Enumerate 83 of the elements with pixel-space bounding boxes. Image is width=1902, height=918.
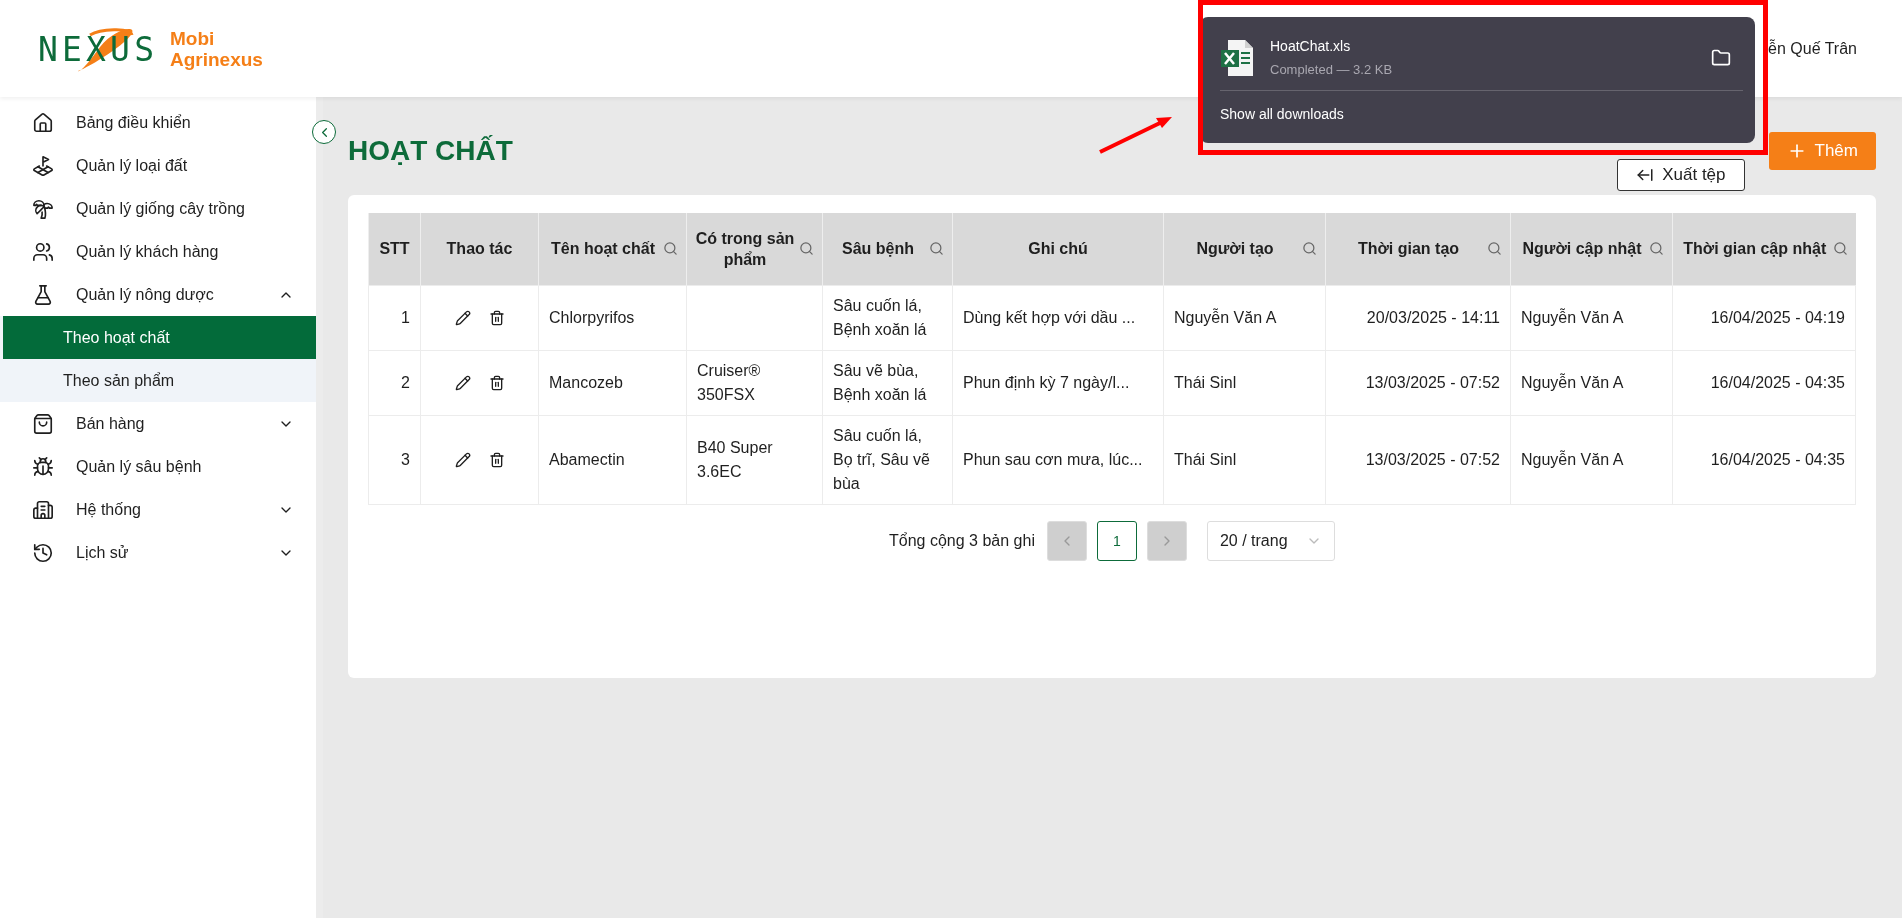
column-header: Thời gian tạo	[1325, 213, 1511, 285]
sidebar-item[interactable]: Quản lý giống cây trồng	[0, 187, 316, 230]
table-cell: 16/04/2025 - 04:35	[1672, 415, 1856, 504]
sidebar-item[interactable]: Quản lý sâu bệnh	[0, 445, 316, 488]
show-all-downloads-link[interactable]: Show all downloads	[1220, 106, 1344, 122]
column-header: Người tạo	[1163, 213, 1326, 285]
table-cell: Dùng kết hợp với dầu ...	[952, 285, 1164, 350]
search-icon[interactable]	[1649, 241, 1664, 257]
menu-item-icon	[32, 154, 54, 177]
menu-item-icon	[32, 111, 54, 134]
sidebar-item[interactable]: Quản lý khách hàng	[0, 230, 316, 273]
table-cell: 2	[368, 350, 421, 415]
table-cell: 13/03/2025 - 07:52	[1325, 350, 1511, 415]
logo-name: Mobi	[170, 27, 216, 49]
delete-icon[interactable]	[488, 451, 505, 468]
table-cell: Sâu cuốn lá, Bệnh xoăn lá	[822, 285, 953, 350]
sidebar-item[interactable]: Lịch sử	[0, 531, 316, 574]
column-header: Sâu bệnh	[822, 213, 953, 285]
sidebar-item[interactable]: Quản lý loại đất	[0, 144, 316, 187]
table-cell: 13/03/2025 - 07:52	[1325, 415, 1511, 504]
table-cell: 16/04/2025 - 04:35	[1672, 350, 1856, 415]
edit-icon[interactable]	[454, 451, 471, 468]
table-cell: Sâu cuốn lá, Bọ trĩ, Sâu vẽ bùa	[822, 415, 953, 504]
table-cell: Phun sau cơn mưa, lúc...	[952, 415, 1164, 504]
column-header: Có trong sản phẩm	[686, 213, 823, 285]
column-header: Thời gian cập nhật	[1672, 213, 1856, 285]
table-cell: B40 Super 3.6EC	[686, 415, 823, 504]
table-cell: Nguyễn Văn A	[1510, 350, 1673, 415]
table-cell: Phun định kỳ 7 ngày/l...	[952, 350, 1164, 415]
column-header: Thao tác	[420, 213, 539, 285]
edit-icon[interactable]	[454, 309, 471, 326]
page-size-select[interactable]: 20 / trang	[1206, 520, 1335, 561]
total-records: Tổng cộng 3 bản ghi	[889, 531, 1035, 550]
menu-item-icon	[32, 541, 54, 564]
menu-item-icon	[32, 498, 54, 521]
table-cell: 1	[368, 285, 421, 350]
search-icon[interactable]	[1302, 241, 1317, 257]
sidebar-subitem[interactable]: Theo sản phẩm	[3, 359, 316, 402]
menu-item-icon	[32, 283, 54, 306]
edit-icon[interactable]	[454, 374, 471, 391]
menu-item-icon	[32, 412, 54, 435]
menu-item-icon	[32, 455, 54, 478]
sidebar-item[interactable]: Bán hàng	[0, 402, 316, 445]
search-icon[interactable]	[929, 241, 944, 257]
download-status: Completed — 3.2 KB	[1270, 62, 1394, 77]
table-cell: 16/04/2025 - 04:19	[1672, 285, 1856, 350]
search-icon[interactable]	[663, 241, 678, 257]
column-header: STT	[368, 213, 421, 285]
table-cell: 3	[368, 415, 421, 504]
delete-icon[interactable]	[488, 309, 505, 326]
table-cell: Cruiser® 350FSX	[686, 350, 823, 415]
table-cell: Sâu vẽ bùa, Bệnh xoăn lá	[822, 350, 953, 415]
search-icon[interactable]	[1487, 241, 1502, 257]
export-icon	[1636, 166, 1655, 184]
sidebar-item[interactable]: Hệ thống	[0, 488, 316, 531]
menu-item-icon	[32, 240, 54, 263]
table-cell: Chlorpyrifos	[538, 285, 687, 350]
logo-name: Agrinexus	[170, 48, 263, 70]
file-name: HoatChat.xls	[1270, 38, 1352, 54]
table-cell: Nguyễn Văn A	[1510, 415, 1673, 504]
table-cell: Abamectin	[538, 415, 687, 504]
user-name: ễn Quế Trân	[1768, 39, 1857, 58]
export-button[interactable]: Xuất tệp	[1617, 159, 1745, 191]
column-header: Người cập nhật	[1510, 213, 1673, 285]
folder-icon[interactable]	[1711, 47, 1731, 68]
search-icon[interactable]	[799, 241, 814, 257]
table-cell: Thái Sinl	[1163, 350, 1326, 415]
sidebar-item[interactable]: Bảng điều khiển	[0, 101, 316, 144]
table-cell: Mancozeb	[538, 350, 687, 415]
search-icon[interactable]	[1832, 241, 1848, 257]
table-cell: Thái Sinl	[1163, 415, 1326, 504]
page-number-button[interactable]: 1	[1096, 520, 1137, 561]
table-cell: Nguyễn Văn A	[1510, 285, 1673, 350]
spreadsheet-file-icon	[1220, 38, 1254, 77]
table-cell: Nguyễn Văn A	[1163, 285, 1326, 350]
delete-icon[interactable]	[488, 374, 505, 391]
sidebar-item[interactable]: Quản lý nông dược	[0, 273, 316, 316]
sidebar-subitem[interactable]: Theo hoạt chất	[3, 316, 316, 359]
menu-item-icon	[32, 197, 54, 220]
page-title: HOẠT CHẤT	[348, 135, 513, 167]
column-header: Tên hoạt chất	[538, 213, 687, 285]
table-cell: 20/03/2025 - 14:11	[1325, 285, 1511, 350]
column-header: Ghi chú	[952, 213, 1164, 285]
